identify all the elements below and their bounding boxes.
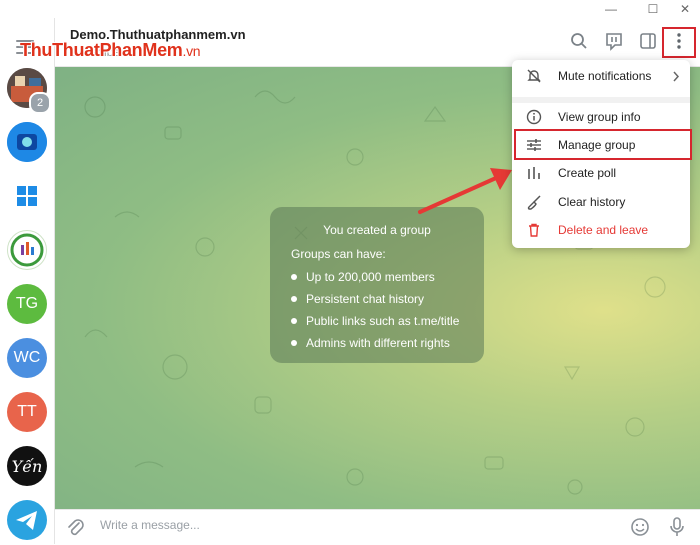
minimize-button[interactable]: — xyxy=(596,0,626,18)
emoji-icon xyxy=(631,518,649,536)
broom-icon xyxy=(527,195,541,210)
card-feature-item: Admins with different rights xyxy=(291,336,450,350)
telegram-avatar[interactable] xyxy=(7,500,47,540)
voice-record-button[interactable] xyxy=(669,516,685,543)
search-button[interactable] xyxy=(568,30,590,52)
paperclip-icon xyxy=(68,519,84,536)
wreath-logo-icon xyxy=(10,233,44,267)
minimize-icon: — xyxy=(605,2,617,16)
gallery-avatar-icon xyxy=(7,122,47,162)
poll-icon xyxy=(528,167,540,179)
maximize-icon: ☐ xyxy=(647,2,659,16)
maximize-button[interactable]: ☐ xyxy=(638,0,668,18)
chat-avatar-tt[interactable]: TT xyxy=(7,392,47,432)
card-feature-item: Persistent chat history xyxy=(291,292,424,306)
close-icon: ✕ xyxy=(679,2,691,16)
chat-avatar-4[interactable] xyxy=(7,230,47,270)
watermark: ThuThuatPhanMem.vn xyxy=(20,40,201,60)
menu-item-create-poll[interactable]: Create poll xyxy=(512,159,690,187)
card-feature-item: Up to 200,000 members xyxy=(291,270,435,284)
more-options-highlight xyxy=(662,27,696,58)
chevron-right-icon xyxy=(673,71,680,82)
menu-item-delete-and-leave[interactable]: Delete and leave xyxy=(512,216,690,244)
annotation-arrow-icon xyxy=(418,168,512,214)
chat-avatar-yen[interactable]: Yến xyxy=(7,446,47,486)
manage-group-highlight xyxy=(514,129,692,160)
menu-item-view-group-info[interactable]: View group info xyxy=(512,103,690,131)
chat-avatar-wc[interactable]: WC xyxy=(7,338,47,378)
card-feature-item: Public links such as t.me/title xyxy=(291,314,459,328)
emoji-button[interactable] xyxy=(630,517,650,542)
window-titlebar: — ☐ ✕ xyxy=(0,0,700,18)
toggle-sidebar-button[interactable] xyxy=(637,30,659,52)
video-chat-button[interactable] xyxy=(603,30,625,52)
voice-chat-icon xyxy=(606,33,622,51)
search-icon xyxy=(571,33,587,49)
windows-logo-icon xyxy=(17,186,37,206)
card-subtitle: Groups can have: xyxy=(291,247,386,261)
menu-item-mute-notifications[interactable]: Mute notifications xyxy=(512,62,690,90)
message-input[interactable]: Write a message... xyxy=(100,518,200,532)
menu-item-clear-history[interactable]: Clear history xyxy=(512,188,690,216)
chat-avatar-3[interactable] xyxy=(7,176,47,216)
info-icon xyxy=(526,109,542,125)
message-composer: Write a message... xyxy=(55,509,700,545)
attach-button[interactable] xyxy=(67,518,85,543)
microphone-icon xyxy=(670,517,684,536)
chat-avatar-2[interactable] xyxy=(7,122,47,162)
chat-folders-sidebar: 2 TG WC TT Yến xyxy=(0,18,55,544)
trash-icon xyxy=(529,223,539,237)
bell-muted-icon xyxy=(527,69,541,83)
chat-avatar-tg[interactable]: TG xyxy=(7,284,47,324)
close-window-button[interactable]: ✕ xyxy=(670,0,700,18)
unread-badge: 2 xyxy=(29,92,51,114)
sidebar-panel-icon xyxy=(640,33,656,49)
telegram-plane-icon xyxy=(16,511,37,530)
